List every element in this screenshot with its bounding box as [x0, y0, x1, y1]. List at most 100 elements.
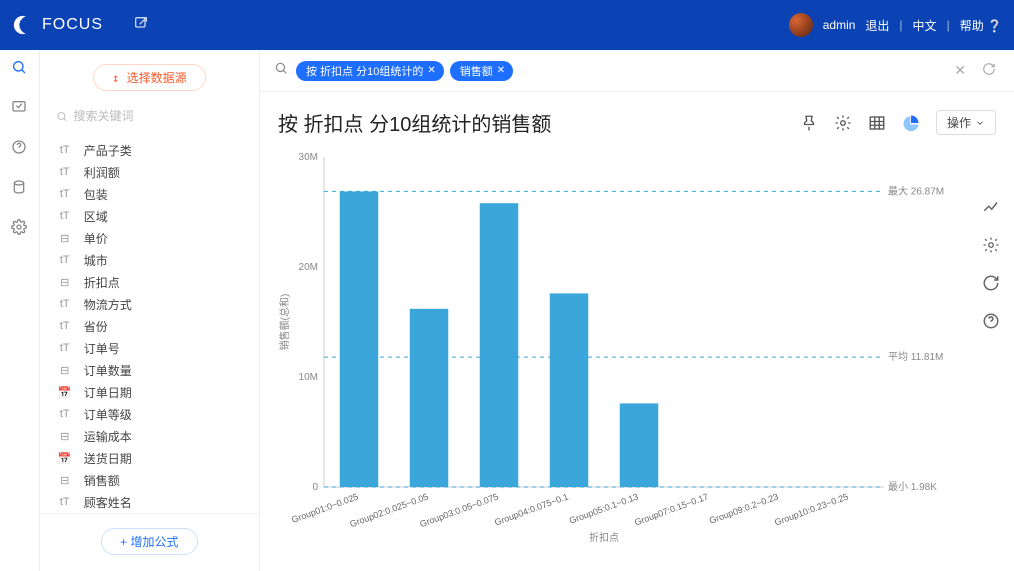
field-row[interactable]: ⊟ 运输成本: [56, 425, 251, 447]
external-link-icon[interactable]: [133, 15, 149, 36]
field-label: 顾客姓名: [84, 494, 132, 511]
add-formula-button[interactable]: + 增加公式: [101, 528, 197, 555]
field-label: 区域: [84, 208, 108, 225]
field-label: 订单等级: [84, 406, 132, 423]
rail-search-icon[interactable]: [10, 58, 28, 76]
text-type-icon: tT: [56, 254, 74, 266]
field-row[interactable]: tT 物流方式: [56, 293, 251, 315]
number-type-icon: ⊟: [56, 276, 74, 289]
number-type-icon: ⊟: [56, 474, 74, 487]
chart-right-rail: [968, 197, 1014, 331]
language-link[interactable]: 中文: [913, 17, 937, 34]
chip-close-icon[interactable]: ✕: [497, 65, 505, 76]
chip-label: 按 折扣点 分10组统计的: [306, 63, 423, 79]
field-row[interactable]: tT包装: [56, 183, 251, 205]
svg-text:Group10:0.23~0.25: Group10:0.23~0.25: [773, 491, 850, 527]
pin-icon[interactable]: [800, 114, 818, 132]
chevron-down-icon: [975, 118, 985, 128]
reload-icon[interactable]: [981, 273, 1001, 293]
username-label[interactable]: admin: [823, 18, 856, 32]
table-icon[interactable]: [868, 114, 886, 132]
svg-text:Group03:0.05~0.075: Group03:0.05~0.075: [418, 491, 499, 529]
field-row[interactable]: tT省份: [56, 315, 251, 337]
search-icon: [274, 61, 288, 80]
title-row: 按 折扣点 分10组统计的销售额 操作: [260, 92, 1014, 147]
field-label: 城市: [84, 252, 108, 269]
trend-icon[interactable]: [981, 197, 1001, 217]
brand-name: FOCUS: [42, 16, 103, 34]
clear-query-button[interactable]: ✕: [950, 62, 970, 79]
main: 按 折扣点 分10组统计的 ✕ 销售额 ✕ ✕ 按 折扣点 分10组统计的销售额 操作…: [260, 50, 1014, 571]
field-label: 包装: [84, 186, 108, 203]
svg-text:折扣点: 折扣点: [589, 531, 619, 544]
field-row[interactable]: ⊟订单数量: [56, 359, 251, 381]
number-type-icon: ⊟: [56, 430, 74, 443]
text-type-icon: tT: [56, 408, 74, 420]
svg-text:0: 0: [312, 482, 318, 493]
query-chip[interactable]: 按 折扣点 分10组统计的 ✕: [296, 61, 444, 81]
svg-text:Group07:0.15~0.17: Group07:0.15~0.17: [633, 491, 710, 527]
rail-settings-icon[interactable]: [10, 218, 28, 236]
number-type-icon: ⊟: [56, 232, 74, 245]
svg-text:最小 1.98K: 最小 1.98K: [888, 481, 937, 493]
text-type-icon: tT: [56, 210, 74, 222]
svg-text:30M: 30M: [299, 152, 318, 163]
field-label: 物流方式: [84, 296, 132, 313]
refresh-button[interactable]: [978, 62, 1000, 79]
text-type-icon: tT: [56, 320, 74, 332]
field-label: 单价: [84, 230, 108, 247]
chart-area: 销售额(总和)010M20M30M最大 26.87M平均 11.81M最小 1.…: [260, 147, 1014, 571]
query-chip[interactable]: 销售额 ✕: [450, 61, 513, 81]
rail-data-icon[interactable]: [10, 178, 28, 196]
brand[interactable]: FOCUS: [12, 14, 103, 36]
fields-list: tT产品子类tT利润额tT包装tT区域⊟单价tT城市⊟折扣点tT物流方式tT省份…: [40, 133, 259, 513]
chip-close-icon[interactable]: ✕: [427, 65, 435, 76]
field-row[interactable]: tT 订单号: [56, 337, 251, 359]
brand-logo-icon: [12, 14, 34, 36]
field-label: 折扣点: [84, 274, 120, 291]
field-label: 运输成本: [84, 428, 132, 445]
avatar[interactable]: [789, 13, 813, 37]
settings-icon[interactable]: [834, 114, 852, 132]
text-type-icon: tT: [56, 166, 74, 178]
date-type-icon: 📅: [56, 452, 74, 465]
field-row[interactable]: ⊟ 折扣点: [56, 271, 251, 293]
svg-text:Group05:0.1~0.13: Group05:0.1~0.13: [568, 491, 640, 525]
field-label: 利润额: [84, 164, 120, 181]
select-datasource-button[interactable]: ↕ 选择数据源: [93, 64, 205, 91]
topbar: FOCUS admin 退出 | 中文 | 帮助 ❔: [0, 0, 1014, 50]
chip-label: 销售额: [460, 63, 493, 79]
field-row[interactable]: tT 区域: [56, 205, 251, 227]
rail-board-icon[interactable]: [10, 98, 28, 116]
svg-text:最大 26.87M: 最大 26.87M: [888, 184, 944, 197]
field-row[interactable]: 📅订单日期: [56, 381, 251, 403]
operations-dropdown[interactable]: 操作: [936, 110, 996, 135]
chart-type-icon[interactable]: [902, 114, 920, 132]
field-search[interactable]: [56, 109, 243, 123]
field-label: 送货日期: [84, 450, 132, 467]
info-icon[interactable]: [981, 311, 1001, 331]
svg-text:20M: 20M: [299, 262, 318, 273]
field-row[interactable]: tT产品子类: [56, 139, 251, 161]
field-search-input[interactable]: [73, 109, 243, 123]
fields-panel: ↕ 选择数据源 tT产品子类tT利润额tT包装tT区域⊟单价tT城市⊟折扣点tT…: [40, 50, 260, 571]
search-icon: [56, 110, 68, 123]
field-row[interactable]: ⊟ 销售额: [56, 469, 251, 491]
text-type-icon: tT: [56, 298, 74, 310]
topbar-right: admin 退出 | 中文 | 帮助 ❔: [789, 13, 1002, 37]
help-link[interactable]: 帮助 ❔: [960, 17, 1002, 34]
field-label: 订单号: [84, 340, 120, 357]
field-row[interactable]: tT 订单等级: [56, 403, 251, 425]
logout-link[interactable]: 退出: [865, 17, 889, 34]
field-label: 销售额: [84, 472, 120, 489]
field-row[interactable]: 📅 送货日期: [56, 447, 251, 469]
field-row[interactable]: ⊟ 单价: [56, 227, 251, 249]
text-type-icon: tT: [56, 342, 74, 354]
svg-text:Group04:0.075~0.1: Group04:0.075~0.1: [493, 491, 570, 527]
rail-help-icon[interactable]: [10, 138, 28, 156]
field-row[interactable]: tT 利润额: [56, 161, 251, 183]
field-row[interactable]: tT顾客姓名: [56, 491, 251, 513]
date-type-icon: 📅: [56, 386, 74, 399]
field-row[interactable]: tT 城市: [56, 249, 251, 271]
config-icon[interactable]: [981, 235, 1001, 255]
